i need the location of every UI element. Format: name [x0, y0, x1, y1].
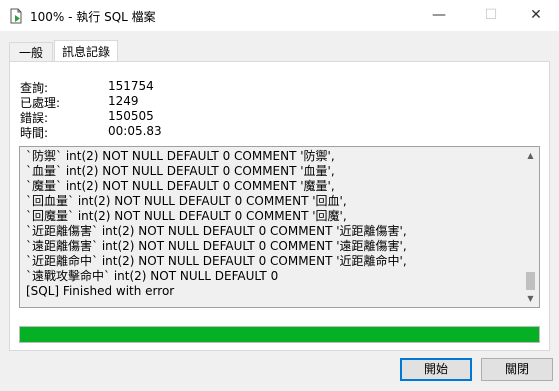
- log-line: `遠戰攻擊命中` int(2) NOT NULL DEFAULT 0: [26, 269, 279, 283]
- scroll-down-arrow-icon[interactable]: ▼: [522, 290, 539, 307]
- log-line: `遠距離傷害` int(2) NOT NULL DEFAULT 0 COMMEN…: [26, 239, 407, 253]
- time-value: 00:05.83: [108, 124, 162, 138]
- log-line: `血量` int(2) NOT NULL DEFAULT 0 COMMENT '…: [26, 164, 335, 178]
- log-line: `近距離傷害` int(2) NOT NULL DEFAULT 0 COMMEN…: [26, 224, 407, 238]
- log-line: [SQL] Finished with error: [26, 284, 175, 298]
- tab-general[interactable]: 一般: [9, 42, 53, 62]
- log-line: `近距離命中` int(2) NOT NULL DEFAULT 0 COMMEN…: [26, 254, 407, 268]
- log-line: `魔量` int(2) NOT NULL DEFAULT 0 COMMENT '…: [26, 179, 335, 193]
- sql-file-icon: [10, 8, 22, 24]
- log-line: `防禦` int(2) NOT NULL DEFAULT 0 COMMENT '…: [26, 149, 335, 163]
- message-log-box[interactable]: `防禦` int(2) NOT NULL DEFAULT 0 COMMENT '…: [19, 146, 540, 308]
- close-window-button[interactable]: ✕: [513, 0, 559, 31]
- title-bar: 100% - 執行 SQL 檔案 — ☐ ✕: [0, 0, 559, 31]
- window-title: 100% - 執行 SQL 檔案: [30, 10, 156, 24]
- queries-value: 151754: [108, 79, 154, 93]
- time-label: 時間:: [20, 126, 49, 140]
- log-lines: `防禦` int(2) NOT NULL DEFAULT 0 COMMENT '…: [26, 149, 524, 299]
- log-line: `回血量` int(2) NOT NULL DEFAULT 0 COMMENT …: [26, 194, 347, 208]
- processed-value: 1249: [108, 94, 139, 108]
- maximize-button[interactable]: ☐: [468, 0, 514, 31]
- errors-value: 150505: [108, 109, 154, 123]
- log-scrollbar[interactable]: ▲ ▼: [522, 147, 539, 307]
- progress-fill: [20, 327, 539, 342]
- log-line: `回魔量` int(2) NOT NULL DEFAULT 0 COMMENT …: [26, 209, 347, 223]
- close-button[interactable]: 關閉: [481, 358, 553, 381]
- progress-bar: [19, 326, 540, 343]
- tab-message-log[interactable]: 訊息記錄: [54, 40, 118, 62]
- start-button[interactable]: 開始: [400, 358, 472, 381]
- minimize-button[interactable]: —: [416, 0, 462, 31]
- message-log-panel: 查詢: 151754 已處理: 1249 錯誤: 150505 時間: 00:0…: [9, 61, 550, 351]
- scrollbar-thumb[interactable]: [526, 272, 535, 290]
- scroll-up-arrow-icon[interactable]: ▲: [522, 147, 539, 164]
